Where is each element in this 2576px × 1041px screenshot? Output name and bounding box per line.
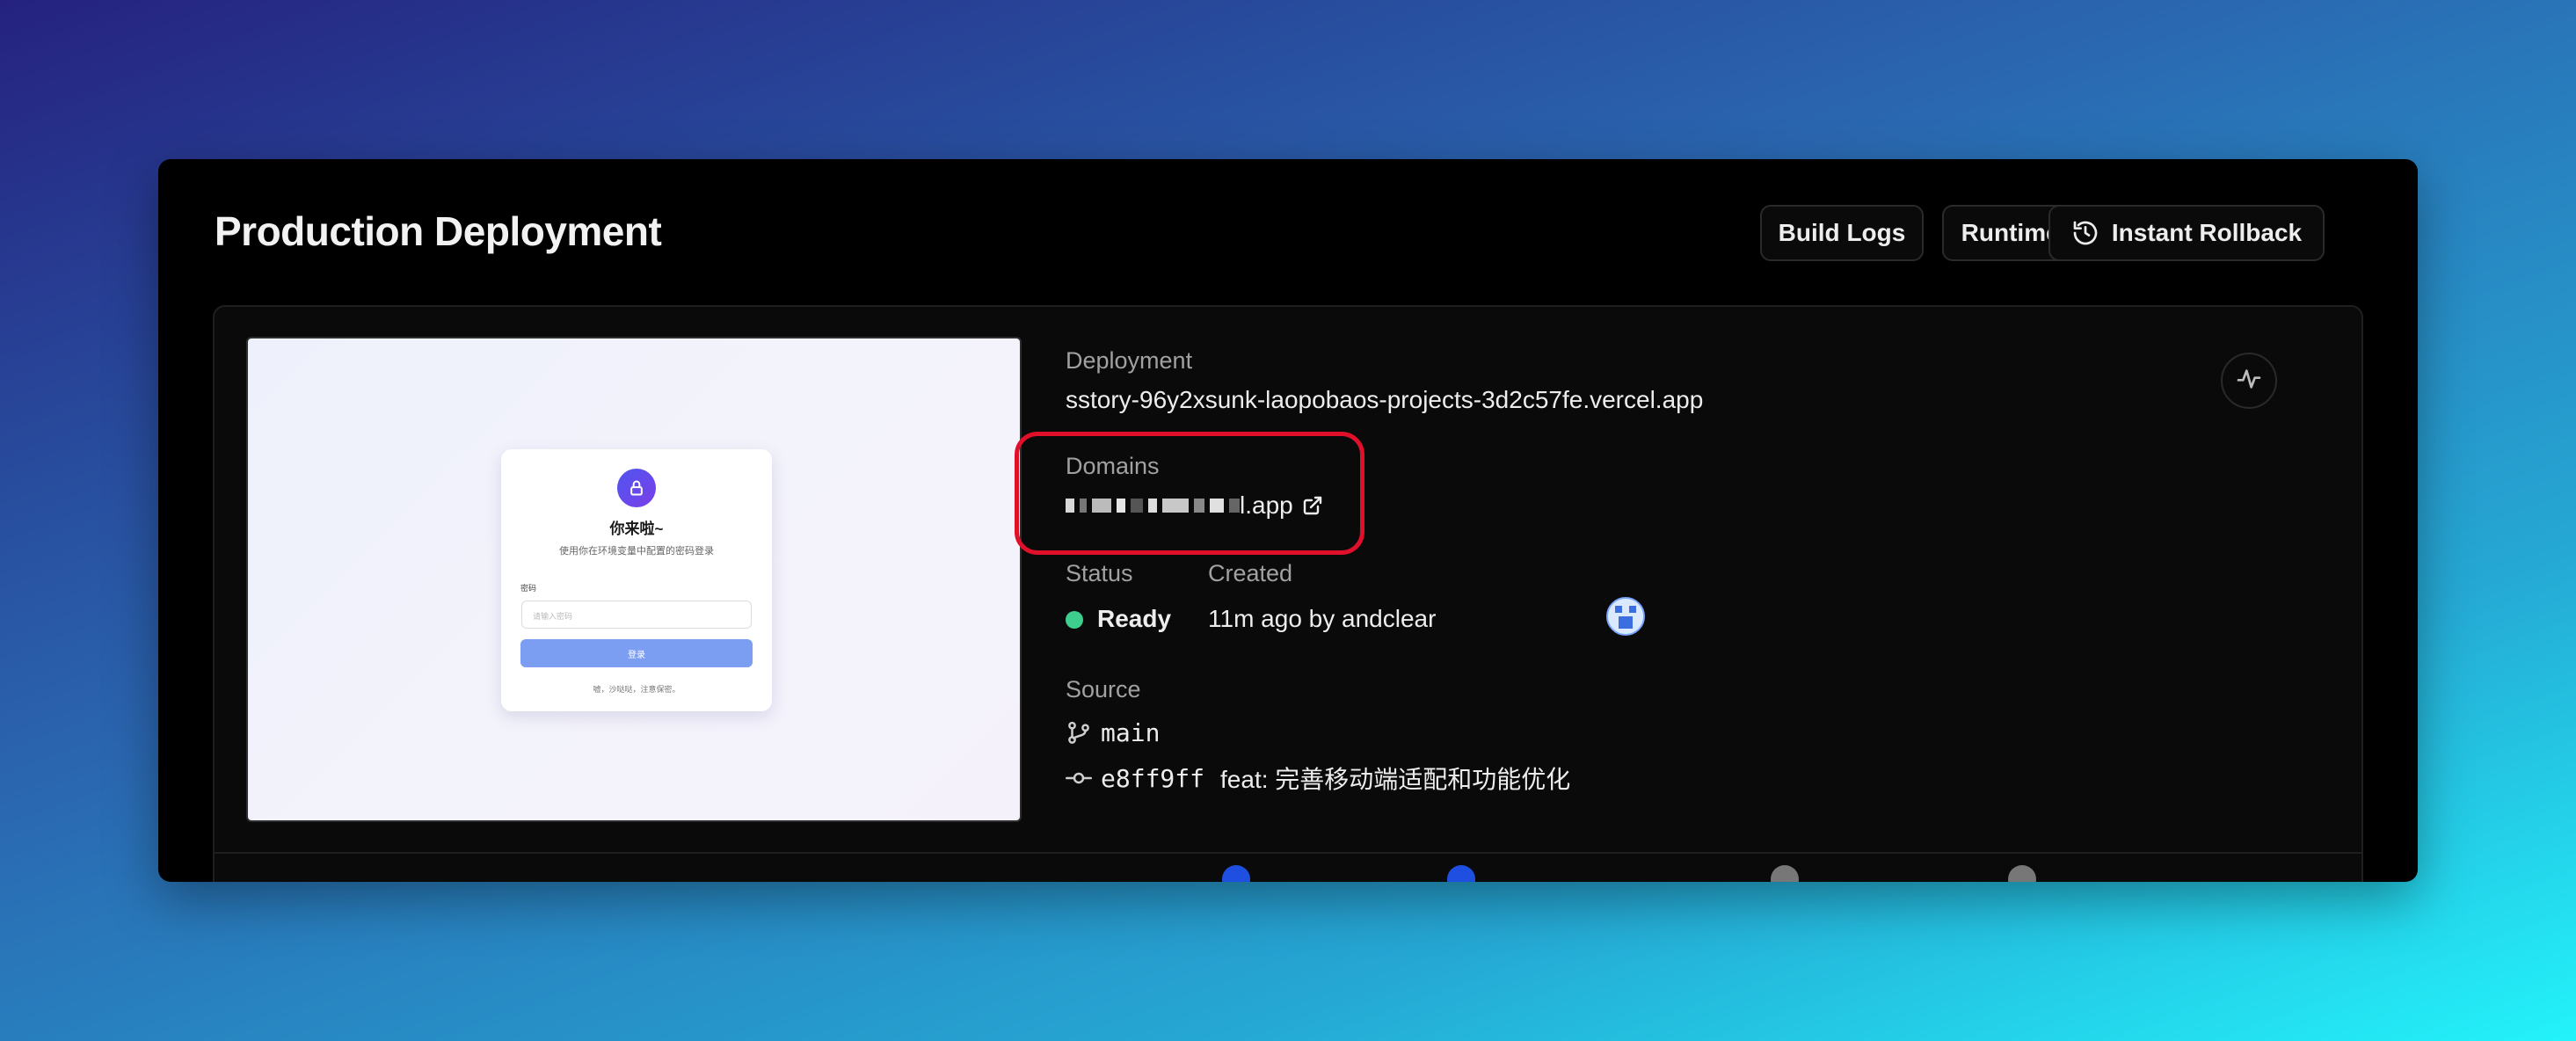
rollback-icon bbox=[2071, 219, 2099, 247]
step-indicator-icon bbox=[1222, 865, 1250, 882]
build-logs-button[interactable]: Build Logs bbox=[1760, 205, 1924, 261]
step-indicator-icon bbox=[1447, 865, 1475, 882]
redacted-domain bbox=[1066, 499, 1240, 513]
domain-link[interactable]: l.app bbox=[1066, 491, 1323, 520]
lock-icon bbox=[617, 469, 656, 507]
preview-login-title: 你来啦~ bbox=[609, 520, 664, 537]
deployment-window: Production Deployment Build Logs Runtime… bbox=[158, 159, 2418, 882]
commit-hash: e8ff9ff bbox=[1101, 763, 1205, 793]
preview-password-input: 请输入密码 bbox=[521, 601, 752, 629]
preview-login-card: 你来啦~ 使用你在环境变量中配置的密码登录 密码 请输入密码 登录 嘘，沙哒哒，… bbox=[501, 449, 772, 711]
created-label: Created bbox=[1208, 560, 1293, 586]
deployment-label: Deployment bbox=[1066, 347, 1193, 374]
status-label: Status bbox=[1066, 560, 1133, 586]
status-dot bbox=[1066, 611, 1083, 629]
avatar[interactable] bbox=[1606, 597, 1645, 636]
activity-button[interactable] bbox=[2221, 353, 2277, 409]
preview-password-label: 密码 bbox=[520, 584, 537, 593]
build-logs-label: Build Logs bbox=[1778, 219, 1906, 246]
activity-icon bbox=[2235, 365, 2263, 397]
step-indicator-icon bbox=[2008, 865, 2036, 882]
source-commit[interactable]: e8ff9ff feat: 完善移动端适配和功能优化 bbox=[1066, 761, 1570, 796]
external-link-icon bbox=[1302, 495, 1323, 516]
instant-rollback-label: Instant Rollback bbox=[2111, 219, 2303, 246]
git-branch-icon bbox=[1066, 720, 1092, 746]
preview-footer: 嘘，沙哒哒，注意保密。 bbox=[593, 685, 680, 694]
source-label: Source bbox=[1066, 676, 1141, 702]
source-branch[interactable]: main bbox=[1066, 718, 1160, 747]
deployment-card: 你来啦~ 使用你在环境变量中配置的密码登录 密码 请输入密码 登录 嘘，沙哒哒，… bbox=[213, 305, 2363, 882]
branch-name: main bbox=[1101, 718, 1161, 747]
page-title: Production Deployment bbox=[215, 208, 662, 254]
commit-message: feat: 完善移动端适配和功能优化 bbox=[1220, 766, 1571, 793]
instant-rollback-button[interactable]: Instant Rollback bbox=[2048, 205, 2325, 261]
step-indicator-icon bbox=[1771, 865, 1799, 882]
preview-login-button: 登录 bbox=[520, 639, 753, 667]
card-divider bbox=[215, 852, 2361, 854]
preview-login-subtitle: 使用你在环境变量中配置的密码登录 bbox=[559, 546, 714, 557]
domains-label: Domains bbox=[1066, 453, 1160, 479]
created-value: 11m ago by andclear bbox=[1208, 605, 1437, 632]
deployment-url[interactable]: sstory-96y2xsunk-laopobaos-projects-3d2c… bbox=[1066, 386, 1703, 414]
deployment-preview[interactable]: 你来啦~ 使用你在环境变量中配置的密码登录 密码 请输入密码 登录 嘘，沙哒哒，… bbox=[246, 337, 1022, 822]
domain-suffix: l.app bbox=[1240, 491, 1293, 519]
git-commit-icon bbox=[1066, 765, 1092, 791]
status-value: Ready bbox=[1097, 605, 1172, 632]
